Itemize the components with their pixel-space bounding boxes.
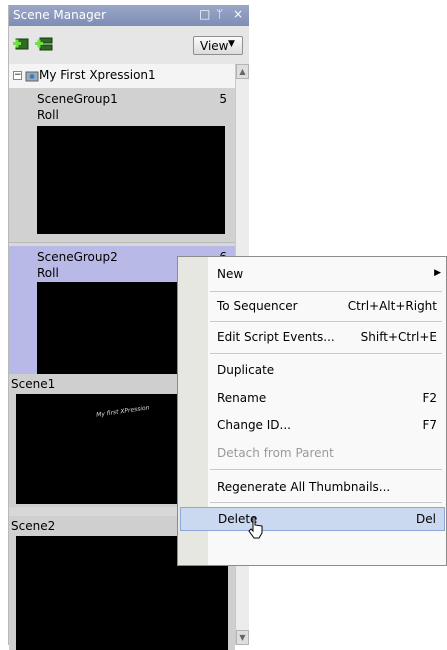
menu-item-label: Duplicate (217, 363, 275, 377)
menu-item-label: Regenerate All Thumbnails... (217, 480, 391, 494)
menu-separator (210, 321, 442, 322)
thumbnail-text: My first XPression (95, 404, 150, 419)
scene-group-item[interactable]: SceneGroup1 Roll 5 (9, 88, 235, 243)
menu-item-detach-from-parent: Detach from Parent (179, 441, 445, 465)
menu-item-shortcut: F2 (422, 391, 437, 405)
panel-toolbar: View ▼ (9, 26, 249, 64)
menu-item-label: Edit Script Events... (217, 330, 335, 344)
menu-item-shortcut: Shift+Ctrl+E (360, 330, 437, 344)
menu-item-regenerate-thumbnails[interactable]: Regenerate All Thumbnails... (179, 475, 445, 499)
menu-item-label: New (217, 267, 244, 281)
menu-separator (210, 353, 442, 354)
menu-item-label: Rename (217, 391, 267, 405)
panel-title: Scene Manager (13, 8, 106, 22)
submenu-arrow-icon: ▶ (434, 268, 441, 278)
collapse-icon[interactable]: − (13, 71, 22, 80)
add-scene-icon[interactable] (13, 36, 31, 52)
add-group-icon[interactable] (35, 36, 53, 52)
project-node[interactable]: − My First Xpression1 (9, 64, 235, 88)
menu-separator (210, 502, 442, 503)
menu-separator (210, 469, 442, 470)
item-type: Roll (37, 108, 59, 122)
view-dropdown-button[interactable]: View ▼ (193, 36, 243, 55)
menu-item-label: Change ID... (217, 418, 291, 432)
close-icon[interactable]: × (233, 7, 243, 21)
context-menu: New ▶ To Sequencer Ctrl+Alt+Right Edit S… (177, 256, 447, 566)
view-label: View (200, 39, 229, 53)
menu-item-change-id[interactable]: Change ID... F7 (179, 413, 445, 437)
item-type: Roll (37, 266, 59, 280)
menu-item-rename[interactable]: Rename F2 (179, 386, 445, 410)
menu-item-label: Detach from Parent (217, 446, 334, 460)
restore-icon[interactable]: □ (199, 7, 210, 21)
item-name: Scene1 (11, 377, 56, 391)
menu-item-shortcut: F7 (422, 418, 437, 432)
project-icon (25, 71, 39, 82)
menu-item-new[interactable]: New ▶ (179, 262, 445, 286)
mouse-cursor-icon (248, 516, 263, 539)
scroll-down-icon[interactable]: ▼ (236, 630, 249, 645)
item-name: Scene2 (11, 519, 56, 533)
pin-icon[interactable]: ᛘ (216, 7, 223, 21)
menu-item-shortcut: Del (416, 512, 436, 526)
scene-thumbnail (37, 126, 225, 234)
menu-item-edit-script-events[interactable]: Edit Script Events... Shift+Ctrl+E (179, 325, 445, 349)
menu-item-to-sequencer[interactable]: To Sequencer Ctrl+Alt+Right (179, 294, 445, 318)
item-name: SceneGroup1 (37, 92, 118, 106)
menu-item-duplicate[interactable]: Duplicate (179, 358, 445, 382)
menu-item-shortcut: Ctrl+Alt+Right (347, 299, 437, 313)
item-number: 5 (219, 92, 227, 106)
menu-separator (210, 291, 442, 292)
panel-titlebar[interactable]: Scene Manager □ ᛘ × (9, 5, 249, 26)
menu-item-label: To Sequencer (217, 299, 298, 313)
menu-item-delete[interactable]: Delete Del (180, 507, 445, 531)
chevron-down-icon: ▼ (228, 39, 235, 49)
item-name: SceneGroup2 (37, 250, 118, 264)
project-name: My First Xpression1 (39, 68, 156, 82)
scroll-up-icon[interactable]: ▲ (236, 64, 249, 79)
